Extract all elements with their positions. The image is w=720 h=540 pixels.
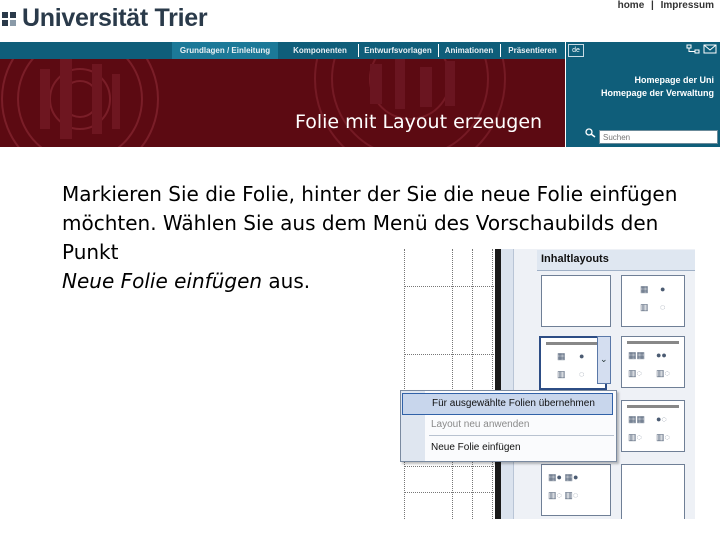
chart-icon: ▥◌ ▥◌ bbox=[548, 490, 579, 500]
guide-line bbox=[404, 286, 494, 287]
title-placeholder bbox=[627, 341, 679, 344]
person-icon: ● bbox=[579, 351, 585, 361]
person-icon: ●◌ bbox=[656, 414, 667, 424]
guide-line bbox=[404, 249, 405, 519]
title-placeholder bbox=[546, 342, 600, 345]
home-link[interactable]: home bbox=[616, 0, 647, 11]
table-icon: ▦● ▦● bbox=[548, 472, 579, 482]
diagram-icon: ◌ bbox=[579, 369, 585, 379]
sitemap-icon[interactable] bbox=[686, 44, 700, 54]
homepage-verwaltung-link[interactable]: Homepage der Verwaltung bbox=[601, 88, 714, 98]
guide-line bbox=[452, 249, 453, 519]
layout-thumbnail-two-content[interactable]: ▦▦ ●◌ ▥◌ ▥◌ bbox=[621, 400, 685, 452]
logo-text: Universität Trier bbox=[22, 4, 208, 32]
person-icon: ●● bbox=[656, 350, 667, 360]
impressum-link[interactable]: Impressum bbox=[659, 0, 716, 11]
context-menu: Für ausgewählte Folien übernehmen Layout… bbox=[400, 390, 617, 462]
menu-item-apply-to-selected[interactable]: Für ausgewählte Folien übernehmen bbox=[402, 393, 613, 415]
chart-icon: ▥ bbox=[557, 369, 566, 379]
guide-line bbox=[404, 492, 494, 493]
person-icon: ● bbox=[660, 284, 666, 294]
table-icon: ▦ bbox=[640, 284, 649, 294]
diagram-icon: ◌ bbox=[660, 302, 666, 312]
chart-icon: ▥ bbox=[640, 302, 649, 312]
powerpoint-screenshot: Inhaltlayouts ▦ ● ▥ ◌ ▦ ● ▥ ◌ ▦▦ ●● ▥◌ ▥… bbox=[400, 244, 695, 519]
menu-item-label: Für ausgewählte Folien übernehmen bbox=[432, 398, 595, 409]
guide-line bbox=[492, 249, 493, 519]
nav-item-grundlagen[interactable]: Grundlagen / Einleitung bbox=[172, 42, 278, 59]
task-pane-title: Inhaltlayouts bbox=[541, 253, 609, 265]
header-banner bbox=[0, 59, 565, 147]
top-links: home | Impressum bbox=[616, 0, 716, 11]
language-switch[interactable]: de bbox=[568, 44, 584, 57]
diagram-icon: ▥◌ bbox=[656, 432, 670, 442]
menu-command-name: Neue Folie einfügen bbox=[62, 269, 263, 293]
search-input[interactable] bbox=[599, 130, 718, 144]
guide-line bbox=[472, 249, 473, 519]
guide-line bbox=[404, 354, 494, 355]
nav-item-komponenten[interactable]: Komponenten bbox=[282, 42, 358, 59]
logo-mark-icon bbox=[2, 12, 16, 26]
mail-icon[interactable] bbox=[703, 44, 717, 54]
page-title: Folie mit Layout erzeugen bbox=[295, 111, 543, 133]
toplink-separator: | bbox=[651, 0, 654, 11]
search-icon[interactable] bbox=[584, 128, 596, 138]
menu-separator bbox=[429, 435, 614, 436]
table-icon: ▦▦ bbox=[628, 350, 646, 360]
menu-item-reapply-layout[interactable]: Layout neu anwenden bbox=[401, 415, 614, 435]
diagram-icon: ▥◌ bbox=[656, 368, 670, 378]
university-seal-watermark bbox=[1, 59, 506, 147]
homepage-uni-link[interactable]: Homepage der Uni bbox=[634, 75, 714, 85]
chevron-down-icon: ⌄ bbox=[600, 354, 608, 364]
layout-thumbnail-more[interactable] bbox=[621, 464, 685, 519]
nav-item-animationen[interactable]: Animationen bbox=[438, 42, 500, 59]
instruction-line-4-rest: aus. bbox=[262, 269, 311, 293]
menu-item-label: Neue Folie einfügen bbox=[431, 442, 521, 453]
chart-icon: ▥◌ bbox=[628, 432, 642, 442]
university-logo[interactable]: Universität Trier bbox=[0, 0, 208, 40]
main-navigation: Grundlagen / Einleitung Komponenten Entw… bbox=[0, 42, 565, 59]
layout-thumbnail-blank[interactable] bbox=[541, 275, 611, 327]
menu-item-insert-new-slide[interactable]: Neue Folie einfügen bbox=[401, 438, 614, 458]
guide-line bbox=[404, 466, 494, 467]
instruction-line-2: möchten. Wählen Sie aus dem Menü des Vor… bbox=[62, 211, 659, 235]
title-placeholder bbox=[627, 405, 679, 408]
chart-icon: ▥◌ bbox=[628, 368, 642, 378]
table-icon: ▦ bbox=[557, 351, 566, 361]
layout-thumbnail-four-content[interactable]: ▦▦ ●● ▥◌ ▥◌ bbox=[621, 336, 685, 388]
table-icon: ▦▦ bbox=[628, 414, 646, 424]
instruction-line-1: Markieren Sie die Folie, hinter der Sie … bbox=[62, 182, 678, 206]
task-pane-scrollbar[interactable] bbox=[501, 249, 514, 519]
layout-thumbnail-content[interactable]: ▦ ● ▥ ◌ bbox=[621, 275, 685, 327]
menu-item-label: Layout neu anwenden bbox=[431, 419, 530, 430]
layout-thumbnail-six-content[interactable]: ▦● ▦● ▥◌ ▥◌ bbox=[541, 464, 611, 516]
nav-item-entwurfsvorlagen[interactable]: Entwurfsvorlagen bbox=[358, 42, 438, 59]
nav-item-praesentieren[interactable]: Präsentieren bbox=[500, 42, 565, 59]
